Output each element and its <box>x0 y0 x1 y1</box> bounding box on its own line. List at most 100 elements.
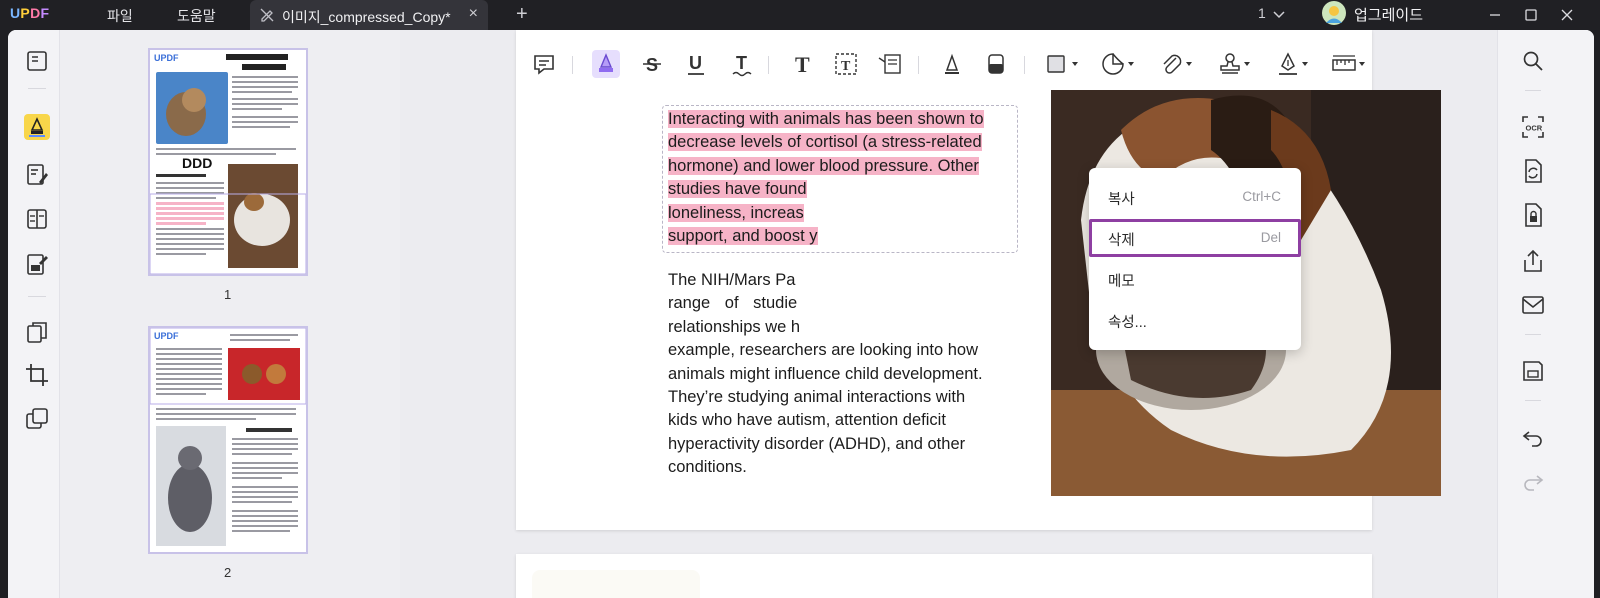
eraser-button[interactable] <box>982 50 1010 78</box>
protect-button[interactable] <box>1520 202 1546 228</box>
squiggly-underline-icon: T <box>732 53 752 77</box>
context-menu-memo[interactable]: 메모 <box>1089 260 1301 298</box>
form-button[interactable] <box>24 206 50 232</box>
pencil-button[interactable] <box>938 50 966 78</box>
book-icon <box>27 51 47 71</box>
organize-pages-button[interactable] <box>24 320 50 346</box>
stamp-button[interactable] <box>1216 50 1256 78</box>
crop-button[interactable] <box>24 362 50 388</box>
redo-icon <box>1524 475 1544 491</box>
save-icon <box>1523 361 1543 381</box>
edit-pdf-button[interactable] <box>24 162 50 188</box>
text-line: conditions. <box>668 458 747 477</box>
form-icon <box>27 209 47 229</box>
tab-title: 이미지_compressed_Copy* <box>282 9 451 25</box>
comment-icon <box>534 55 554 75</box>
menu-item-label: 삭제 <box>1108 233 1135 249</box>
close-icon[interactable] <box>1556 4 1578 26</box>
page-thumbnail-preview: UPDF DDD <box>149 50 307 275</box>
context-menu-properties[interactable]: 속성... <box>1089 301 1301 339</box>
toolbar-divider <box>1525 334 1541 335</box>
attachment-button[interactable] <box>1158 50 1198 78</box>
toolbar-divider <box>1525 400 1541 401</box>
minimize-icon[interactable] <box>1484 4 1506 26</box>
mail-icon <box>1522 296 1544 314</box>
strikethrough-button[interactable]: S <box>638 50 666 78</box>
share-icon <box>1524 249 1542 272</box>
lock-document-icon <box>1525 203 1542 227</box>
search-icon <box>1523 51 1543 71</box>
text-line: Interacting with animals has been shown … <box>668 110 984 128</box>
text-line: support, and boost y <box>668 227 818 246</box>
text-line: hyperactivity disorder (ADHD), and other <box>668 434 966 453</box>
stamp-icon <box>1220 53 1250 74</box>
maximize-icon[interactable] <box>1520 4 1542 26</box>
text-icon: T <box>795 52 810 77</box>
text-line: studies have found <box>668 180 807 199</box>
save-button[interactable] <box>1520 358 1546 384</box>
add-tab-icon[interactable]: + <box>516 3 528 26</box>
text-button[interactable]: T <box>788 50 816 78</box>
shape-button[interactable] <box>1044 50 1084 78</box>
menu-item-label: 복사 <box>1108 192 1135 208</box>
page-thumbnail-2[interactable]: UPDF <box>148 326 308 554</box>
share-button[interactable] <box>1520 248 1546 274</box>
context-menu-copy[interactable]: 복사 Ctrl+C <box>1089 178 1301 216</box>
highlight-button[interactable] <box>592 50 620 78</box>
menu-item-shortcut: Ctrl+C <box>1242 189 1281 204</box>
fill-sign-button[interactable] <box>24 252 50 278</box>
ocr-icon: OCR <box>1522 116 1544 138</box>
upgrade-avatar-icon <box>1322 1 1346 25</box>
highlighter-icon <box>599 53 613 72</box>
svg-text:UPDF: UPDF <box>154 331 179 341</box>
document-tab[interactable]: 이미지_compressed_Copy* × <box>250 0 488 30</box>
stack-icon <box>26 408 48 429</box>
svg-text:S: S <box>646 55 658 75</box>
menu-item-shortcut: Del <box>1260 230 1281 245</box>
undo-icon <box>1522 431 1542 447</box>
rectangle-shape-icon <box>1047 55 1078 73</box>
close-tab-icon[interactable]: × <box>469 5 478 23</box>
context-menu-delete[interactable]: 삭제 Del <box>1089 219 1301 257</box>
signature-button[interactable] <box>1274 50 1314 78</box>
sticker-button[interactable] <box>1100 50 1140 78</box>
text-line: range of studie <box>668 294 798 313</box>
squiggly-button[interactable]: T <box>728 50 756 78</box>
page-thumbnail-1[interactable]: UPDF DDD <box>148 48 308 276</box>
sticky-note-button[interactable] <box>530 50 558 78</box>
text-box-icon: T <box>835 53 857 75</box>
menu-item-label: 메모 <box>1108 274 1135 290</box>
page-indicator[interactable]: 1 <box>1258 5 1266 21</box>
text-line: hormone) and lower blood pressure. Other <box>668 156 979 175</box>
upgrade-button[interactable]: 업그레이드 <box>1322 0 1440 26</box>
menu-help[interactable]: 도움말 <box>177 6 216 26</box>
page-number-1: 1 <box>224 287 232 302</box>
context-menu: 복사 Ctrl+C 삭제 Del 메모 속성... <box>1089 168 1301 350</box>
text-line: loneliness, increas <box>668 203 804 222</box>
document-area: Interacting with animals has been shown … <box>400 30 1497 598</box>
underline-button[interactable]: U <box>682 50 710 78</box>
crop-icon <box>26 364 48 386</box>
convert-button[interactable] <box>1520 158 1546 184</box>
thumbnail-overlay-text: DDD <box>182 155 212 171</box>
svg-text:T: T <box>841 59 851 74</box>
convert-icon <box>1525 159 1542 183</box>
toolbar-divider <box>572 56 573 74</box>
search-button[interactable] <box>1520 48 1546 74</box>
measure-button[interactable] <box>1330 50 1370 78</box>
email-button[interactable] <box>1520 292 1546 318</box>
page-number-2: 2 <box>224 565 232 580</box>
toolbar-divider <box>768 56 769 74</box>
reader-mode-button[interactable] <box>24 48 50 74</box>
svg-text:UPDF: UPDF <box>154 53 179 63</box>
undo-button[interactable] <box>1520 424 1546 450</box>
ocr-button[interactable]: OCR <box>1520 114 1546 140</box>
chevron-down-icon[interactable] <box>1272 7 1286 21</box>
redo-button[interactable] <box>1520 468 1546 494</box>
tools-button[interactable] <box>24 406 50 432</box>
text-box-button[interactable]: T <box>832 50 860 78</box>
text-callout-button[interactable] <box>876 50 904 78</box>
highlighted-paragraph[interactable]: Interacting with animals has been shown … <box>668 108 1008 248</box>
menu-file[interactable]: 파일 <box>107 6 133 26</box>
comment-mode-button[interactable] <box>24 114 50 140</box>
